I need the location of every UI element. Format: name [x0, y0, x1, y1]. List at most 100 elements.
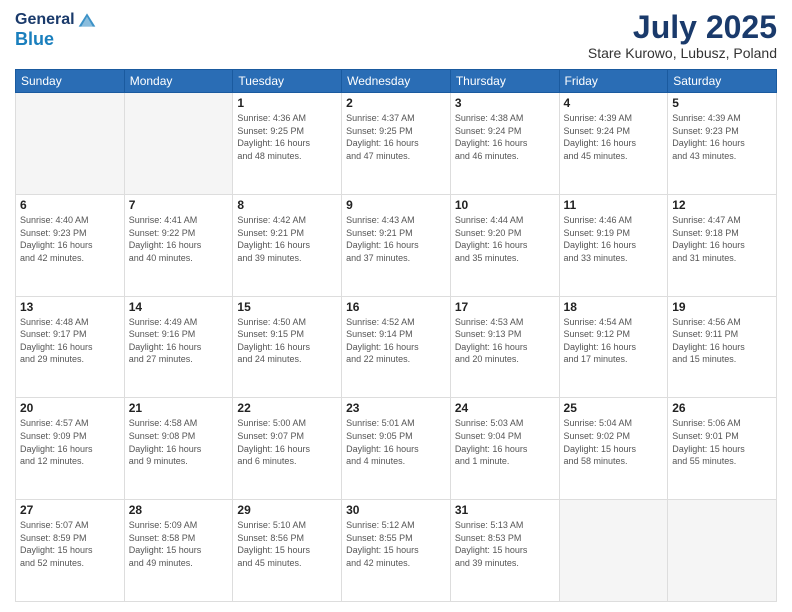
day-info: Sunrise: 4:54 AM Sunset: 9:12 PM Dayligh…: [564, 316, 664, 366]
calendar-cell: 12 Sunrise: 4:47 AM Sunset: 9:18 PM Dayli…: [668, 194, 777, 296]
calendar-cell: 8 Sunrise: 4:42 AM Sunset: 9:21 PM Daylig…: [233, 194, 342, 296]
calendar-cell: [124, 93, 233, 195]
weekday-header: Tuesday: [233, 70, 342, 93]
day-number: 19: [672, 300, 772, 314]
calendar-cell: 10 Sunrise: 4:44 AM Sunset: 9:20 PM Dayli…: [450, 194, 559, 296]
calendar-week-row: 1Sunrise: 4:36 AM Sunset: 9:25 PM Daylig…: [16, 93, 777, 195]
day-number: 26: [672, 401, 772, 415]
day-number: 6: [20, 198, 120, 212]
subtitle: Stare Kurowo, Lubusz, Poland: [588, 45, 777, 61]
day-info: Sunrise: 4:56 AM Sunset: 9:11 PM Dayligh…: [672, 316, 772, 366]
calendar-cell: 14 Sunrise: 4:49 AM Sunset: 9:16 PM Dayli…: [124, 296, 233, 398]
day-info: Sunrise: 4:37 AM Sunset: 9:25 PM Dayligh…: [346, 112, 446, 162]
day-number: 2: [346, 96, 446, 110]
day-number: 8: [237, 198, 337, 212]
day-info: Sunrise: 4:39 AM Sunset: 9:23 PM Dayligh…: [672, 112, 772, 162]
day-info: Sunrise: 5:00 AM Sunset: 9:07 PM Dayligh…: [237, 417, 337, 467]
day-info: Sunrise: 5:13 AM Sunset: 8:53 PM Dayligh…: [455, 519, 555, 569]
calendar-week-row: 6 Sunrise: 4:40 AM Sunset: 9:23 PM Daylig…: [16, 194, 777, 296]
calendar-cell: 6 Sunrise: 4:40 AM Sunset: 9:23 PM Daylig…: [16, 194, 125, 296]
weekday-header: Monday: [124, 70, 233, 93]
calendar-cell: 5 Sunrise: 4:39 AM Sunset: 9:23 PM Daylig…: [668, 93, 777, 195]
calendar-week-row: 13 Sunrise: 4:48 AM Sunset: 9:17 PM Dayli…: [16, 296, 777, 398]
calendar-cell: 3 Sunrise: 4:38 AM Sunset: 9:24 PM Daylig…: [450, 93, 559, 195]
day-number: 22: [237, 401, 337, 415]
day-number: 3: [455, 96, 555, 110]
calendar-cell: 16Sunrise: 4:52 AM Sunset: 9:14 PM Dayli…: [342, 296, 451, 398]
day-info: Sunrise: 5:04 AM Sunset: 9:02 PM Dayligh…: [564, 417, 664, 467]
day-number: 30: [346, 503, 446, 517]
day-info: Sunrise: 4:39 AM Sunset: 9:24 PM Dayligh…: [564, 112, 664, 162]
day-info: Sunrise: 4:53 AM Sunset: 9:13 PM Dayligh…: [455, 316, 555, 366]
day-number: 29: [237, 503, 337, 517]
day-number: 28: [129, 503, 229, 517]
day-number: 9: [346, 198, 446, 212]
day-number: 25: [564, 401, 664, 415]
calendar-cell: 25 Sunrise: 5:04 AM Sunset: 9:02 PM Dayli…: [559, 398, 668, 500]
day-info: Sunrise: 4:47 AM Sunset: 9:18 PM Dayligh…: [672, 214, 772, 264]
day-number: 23: [346, 401, 446, 415]
day-info: Sunrise: 5:09 AM Sunset: 8:58 PM Dayligh…: [129, 519, 229, 569]
calendar-cell: 2 Sunrise: 4:37 AM Sunset: 9:25 PM Daylig…: [342, 93, 451, 195]
day-info: Sunrise: 4:41 AM Sunset: 9:22 PM Dayligh…: [129, 214, 229, 264]
calendar-cell: 30Sunrise: 5:12 AM Sunset: 8:55 PM Dayli…: [342, 500, 451, 602]
weekday-header: Thursday: [450, 70, 559, 93]
calendar-cell: 29Sunrise: 5:10 AM Sunset: 8:56 PM Dayli…: [233, 500, 342, 602]
day-number: 4: [564, 96, 664, 110]
day-info: Sunrise: 4:38 AM Sunset: 9:24 PM Dayligh…: [455, 112, 555, 162]
day-number: 14: [129, 300, 229, 314]
day-info: Sunrise: 4:57 AM Sunset: 9:09 PM Dayligh…: [20, 417, 120, 467]
day-info: Sunrise: 4:58 AM Sunset: 9:08 PM Dayligh…: [129, 417, 229, 467]
day-number: 7: [129, 198, 229, 212]
calendar-header-row: SundayMondayTuesdayWednesdayThursdayFrid…: [16, 70, 777, 93]
day-number: 11: [564, 198, 664, 212]
day-number: 13: [20, 300, 120, 314]
day-number: 16: [346, 300, 446, 314]
page: General Blue July 2025 Stare Kurowo, Lub…: [0, 0, 792, 612]
logo: General Blue: [15, 10, 97, 50]
calendar-cell: [16, 93, 125, 195]
day-info: Sunrise: 5:01 AM Sunset: 9:05 PM Dayligh…: [346, 417, 446, 467]
day-number: 20: [20, 401, 120, 415]
title-block: July 2025 Stare Kurowo, Lubusz, Poland: [588, 10, 777, 61]
calendar-week-row: 27 Sunrise: 5:07 AM Sunset: 8:59 PM Dayli…: [16, 500, 777, 602]
day-info: Sunrise: 4:40 AM Sunset: 9:23 PM Dayligh…: [20, 214, 120, 264]
calendar-cell: 21 Sunrise: 4:58 AM Sunset: 9:08 PM Dayli…: [124, 398, 233, 500]
day-info: Sunrise: 4:44 AM Sunset: 9:20 PM Dayligh…: [455, 214, 555, 264]
day-number: 18: [564, 300, 664, 314]
calendar-cell: 27 Sunrise: 5:07 AM Sunset: 8:59 PM Dayli…: [16, 500, 125, 602]
calendar-table: SundayMondayTuesdayWednesdayThursdayFrid…: [15, 69, 777, 602]
day-info: Sunrise: 4:36 AM Sunset: 9:25 PM Dayligh…: [237, 112, 337, 162]
day-number: 24: [455, 401, 555, 415]
day-info: Sunrise: 4:42 AM Sunset: 9:21 PM Dayligh…: [237, 214, 337, 264]
day-info: Sunrise: 4:46 AM Sunset: 9:19 PM Dayligh…: [564, 214, 664, 264]
day-number: 5: [672, 96, 772, 110]
calendar-cell: 7 Sunrise: 4:41 AM Sunset: 9:22 PM Daylig…: [124, 194, 233, 296]
main-title: July 2025: [588, 10, 777, 45]
day-info: Sunrise: 4:48 AM Sunset: 9:17 PM Dayligh…: [20, 316, 120, 366]
calendar-week-row: 20 Sunrise: 4:57 AM Sunset: 9:09 PM Dayli…: [16, 398, 777, 500]
header: General Blue July 2025 Stare Kurowo, Lub…: [15, 10, 777, 61]
logo-icon: [77, 10, 97, 30]
calendar-cell: 13 Sunrise: 4:48 AM Sunset: 9:17 PM Dayli…: [16, 296, 125, 398]
weekday-header: Saturday: [668, 70, 777, 93]
day-info: Sunrise: 4:43 AM Sunset: 9:21 PM Dayligh…: [346, 214, 446, 264]
calendar-cell: 4 Sunrise: 4:39 AM Sunset: 9:24 PM Daylig…: [559, 93, 668, 195]
calendar-cell: 22 Sunrise: 5:00 AM Sunset: 9:07 PM Dayli…: [233, 398, 342, 500]
weekday-header: Sunday: [16, 70, 125, 93]
day-number: 21: [129, 401, 229, 415]
day-info: Sunrise: 5:07 AM Sunset: 8:59 PM Dayligh…: [20, 519, 120, 569]
day-number: 12: [672, 198, 772, 212]
calendar-cell: 18 Sunrise: 4:54 AM Sunset: 9:12 PM Dayli…: [559, 296, 668, 398]
day-number: 10: [455, 198, 555, 212]
calendar-cell: 1Sunrise: 4:36 AM Sunset: 9:25 PM Daylig…: [233, 93, 342, 195]
calendar-cell: 31 Sunrise: 5:13 AM Sunset: 8:53 PM Dayli…: [450, 500, 559, 602]
day-info: Sunrise: 4:49 AM Sunset: 9:16 PM Dayligh…: [129, 316, 229, 366]
day-info: Sunrise: 5:06 AM Sunset: 9:01 PM Dayligh…: [672, 417, 772, 467]
day-number: 15: [237, 300, 337, 314]
day-number: 31: [455, 503, 555, 517]
day-number: 27: [20, 503, 120, 517]
calendar-cell: 19 Sunrise: 4:56 AM Sunset: 9:11 PM Dayli…: [668, 296, 777, 398]
calendar-cell: 15Sunrise: 4:50 AM Sunset: 9:15 PM Dayli…: [233, 296, 342, 398]
calendar-cell: 20 Sunrise: 4:57 AM Sunset: 9:09 PM Dayli…: [16, 398, 125, 500]
